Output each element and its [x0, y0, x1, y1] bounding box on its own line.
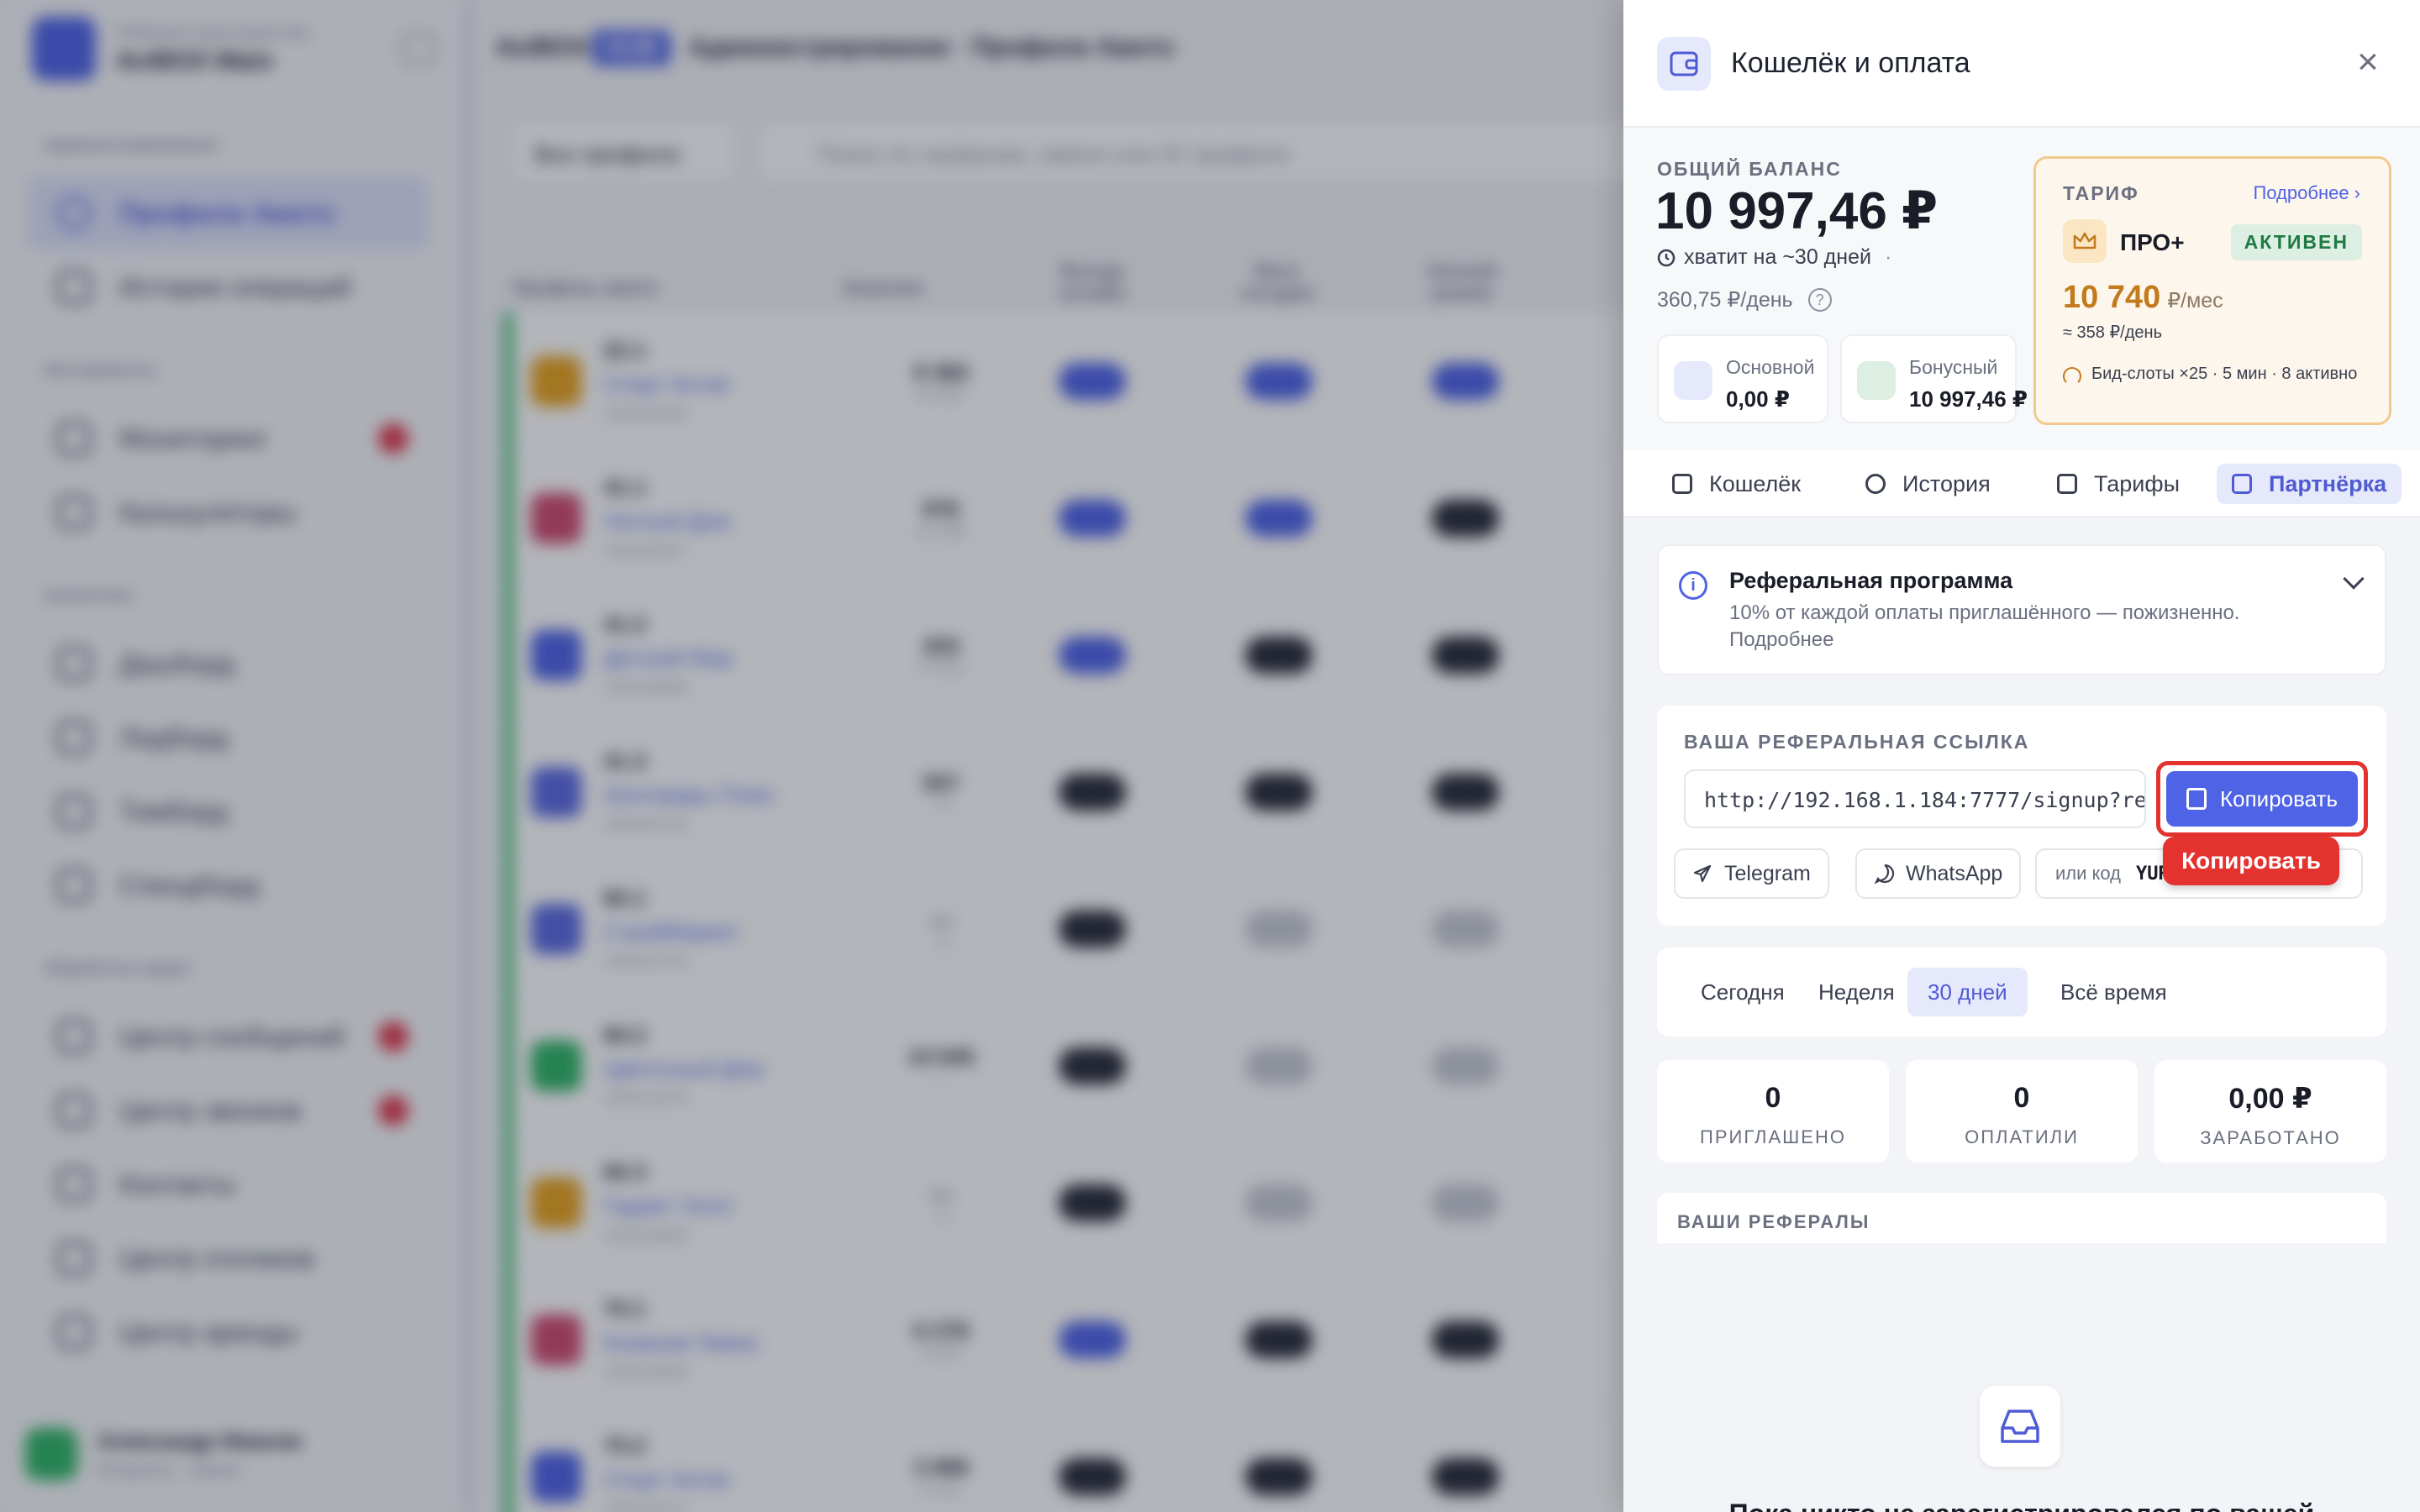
chevron-down-icon[interactable]: [2343, 568, 2365, 590]
dollar-icon: [1672, 474, 1692, 494]
referrals-header: ВАШИ РЕФЕРАЛЫ: [1657, 1193, 2386, 1243]
balance-label: ОБЩИЙ БАЛАНС: [1657, 158, 1842, 180]
balance-section: ОБЩИЙ БАЛАНС 10 997,46 ₽ хватит на ~30 д…: [1623, 128, 2420, 450]
period-week[interactable]: Неделя: [1798, 968, 1915, 1016]
empty-state-text: Пока никто не зарегистрировался по вашей: [1623, 1499, 2420, 1512]
tab-wallet[interactable]: Кошелёк: [1657, 464, 1816, 504]
status-badge: АКТИВЕН: [2230, 224, 2362, 260]
info-icon: i: [1679, 571, 1707, 600]
balance-per-day: 360,75 ₽/день?: [1657, 287, 1832, 312]
stat-invited: 0 ПРИГЛАШЕНО: [1657, 1060, 1889, 1163]
tariff-plan: ПРО+: [2120, 229, 2185, 255]
close-icon[interactable]: ×: [2349, 44, 2386, 82]
period-selector: Сегодня Неделя 30 дней Всё время: [1657, 948, 2386, 1037]
link-icon: [1674, 361, 1712, 400]
copy-button[interactable]: Копировать: [2166, 771, 2358, 827]
share-telegram-button[interactable]: Telegram: [1674, 848, 1829, 899]
share-whatsapp-button[interactable]: WhatsApp: [1855, 848, 2022, 899]
inbox-icon: [1980, 1386, 2060, 1467]
modal-backdrop[interactable]: [0, 0, 1623, 1512]
wallet-drawer: Кошелёк и оплата × ОБЩИЙ БАЛАНС 10 997,4…: [1623, 0, 2420, 1512]
tariff-more-link[interactable]: Подробнее ›: [2253, 182, 2360, 204]
history-icon: [1865, 474, 1886, 494]
balance-amount: 10 997,46 ₽: [1655, 182, 1939, 240]
piggy-bank-icon: [1857, 361, 1896, 400]
period-all-time[interactable]: Всё время: [2040, 968, 2187, 1016]
drawer-tabs: Кошелёк История Тарифы Партнёрка: [1623, 450, 2420, 517]
tariff-card: ТАРИФ Подробнее › ПРО+ АКТИВЕН 10 740 ₽/м…: [2033, 156, 2391, 425]
period-30-days[interactable]: 30 дней: [1907, 968, 2028, 1016]
tariff-price: 10 740 ₽/мес: [2063, 280, 2223, 315]
copy-tooltip: Копировать: [2163, 837, 2339, 885]
referral-link-field[interactable]: http://192.168.1.184:7777/signup?ref=YUR: [1684, 769, 2146, 828]
gift-icon: [2232, 474, 2252, 494]
crown-icon: [2063, 219, 2107, 263]
send-icon: [1693, 864, 1712, 883]
tariff-slots: Бид-слоты ×25 · 5 мин · 8 активно: [2063, 364, 2365, 386]
period-today[interactable]: Сегодня: [1681, 968, 1805, 1016]
wallet-icon: [1657, 37, 1711, 91]
main-balance-card: Основной 0,00 ₽: [1657, 334, 1828, 423]
referral-program-card[interactable]: i Реферальная программа 10% от каждой оп…: [1657, 544, 2386, 675]
drawer-title: Кошелёк и оплата: [1731, 47, 1970, 79]
bonus-balance-card: Бонусный 10 997,46 ₽: [1840, 334, 2028, 423]
stat-paid: 0 ОПЛАТИЛИ: [1906, 1060, 2138, 1163]
referral-link-card: ВАША РЕФЕРАЛЬНАЯ ССЫЛКА http://192.168.1…: [1657, 706, 2386, 926]
balance-enough: хватит на ~30 дней ·: [1657, 245, 1891, 270]
copy-icon: [2186, 788, 2207, 810]
referral-more-link[interactable]: Подробнее: [1729, 628, 1833, 652]
copy-button-highlight: Копировать: [2156, 761, 2368, 837]
tab-history[interactable]: История: [1850, 464, 2006, 504]
tab-partner[interactable]: Партнёрка: [2217, 464, 2402, 504]
tariff-per-day: ≈ 358 ₽/день: [2063, 323, 2162, 342]
help-icon[interactable]: ?: [1807, 288, 1832, 312]
drawer-header: Кошелёк и оплата ×: [1623, 0, 2420, 128]
gauge-icon: [2063, 367, 2081, 386]
whatsapp-icon: [1874, 864, 1895, 885]
card-icon: [2057, 474, 2077, 494]
clock-icon: [1657, 249, 1676, 266]
stat-earned: 0,00 ₽ ЗАРАБОТАНО: [2154, 1060, 2386, 1163]
tab-tariffs[interactable]: Тарифы: [2042, 464, 2195, 504]
